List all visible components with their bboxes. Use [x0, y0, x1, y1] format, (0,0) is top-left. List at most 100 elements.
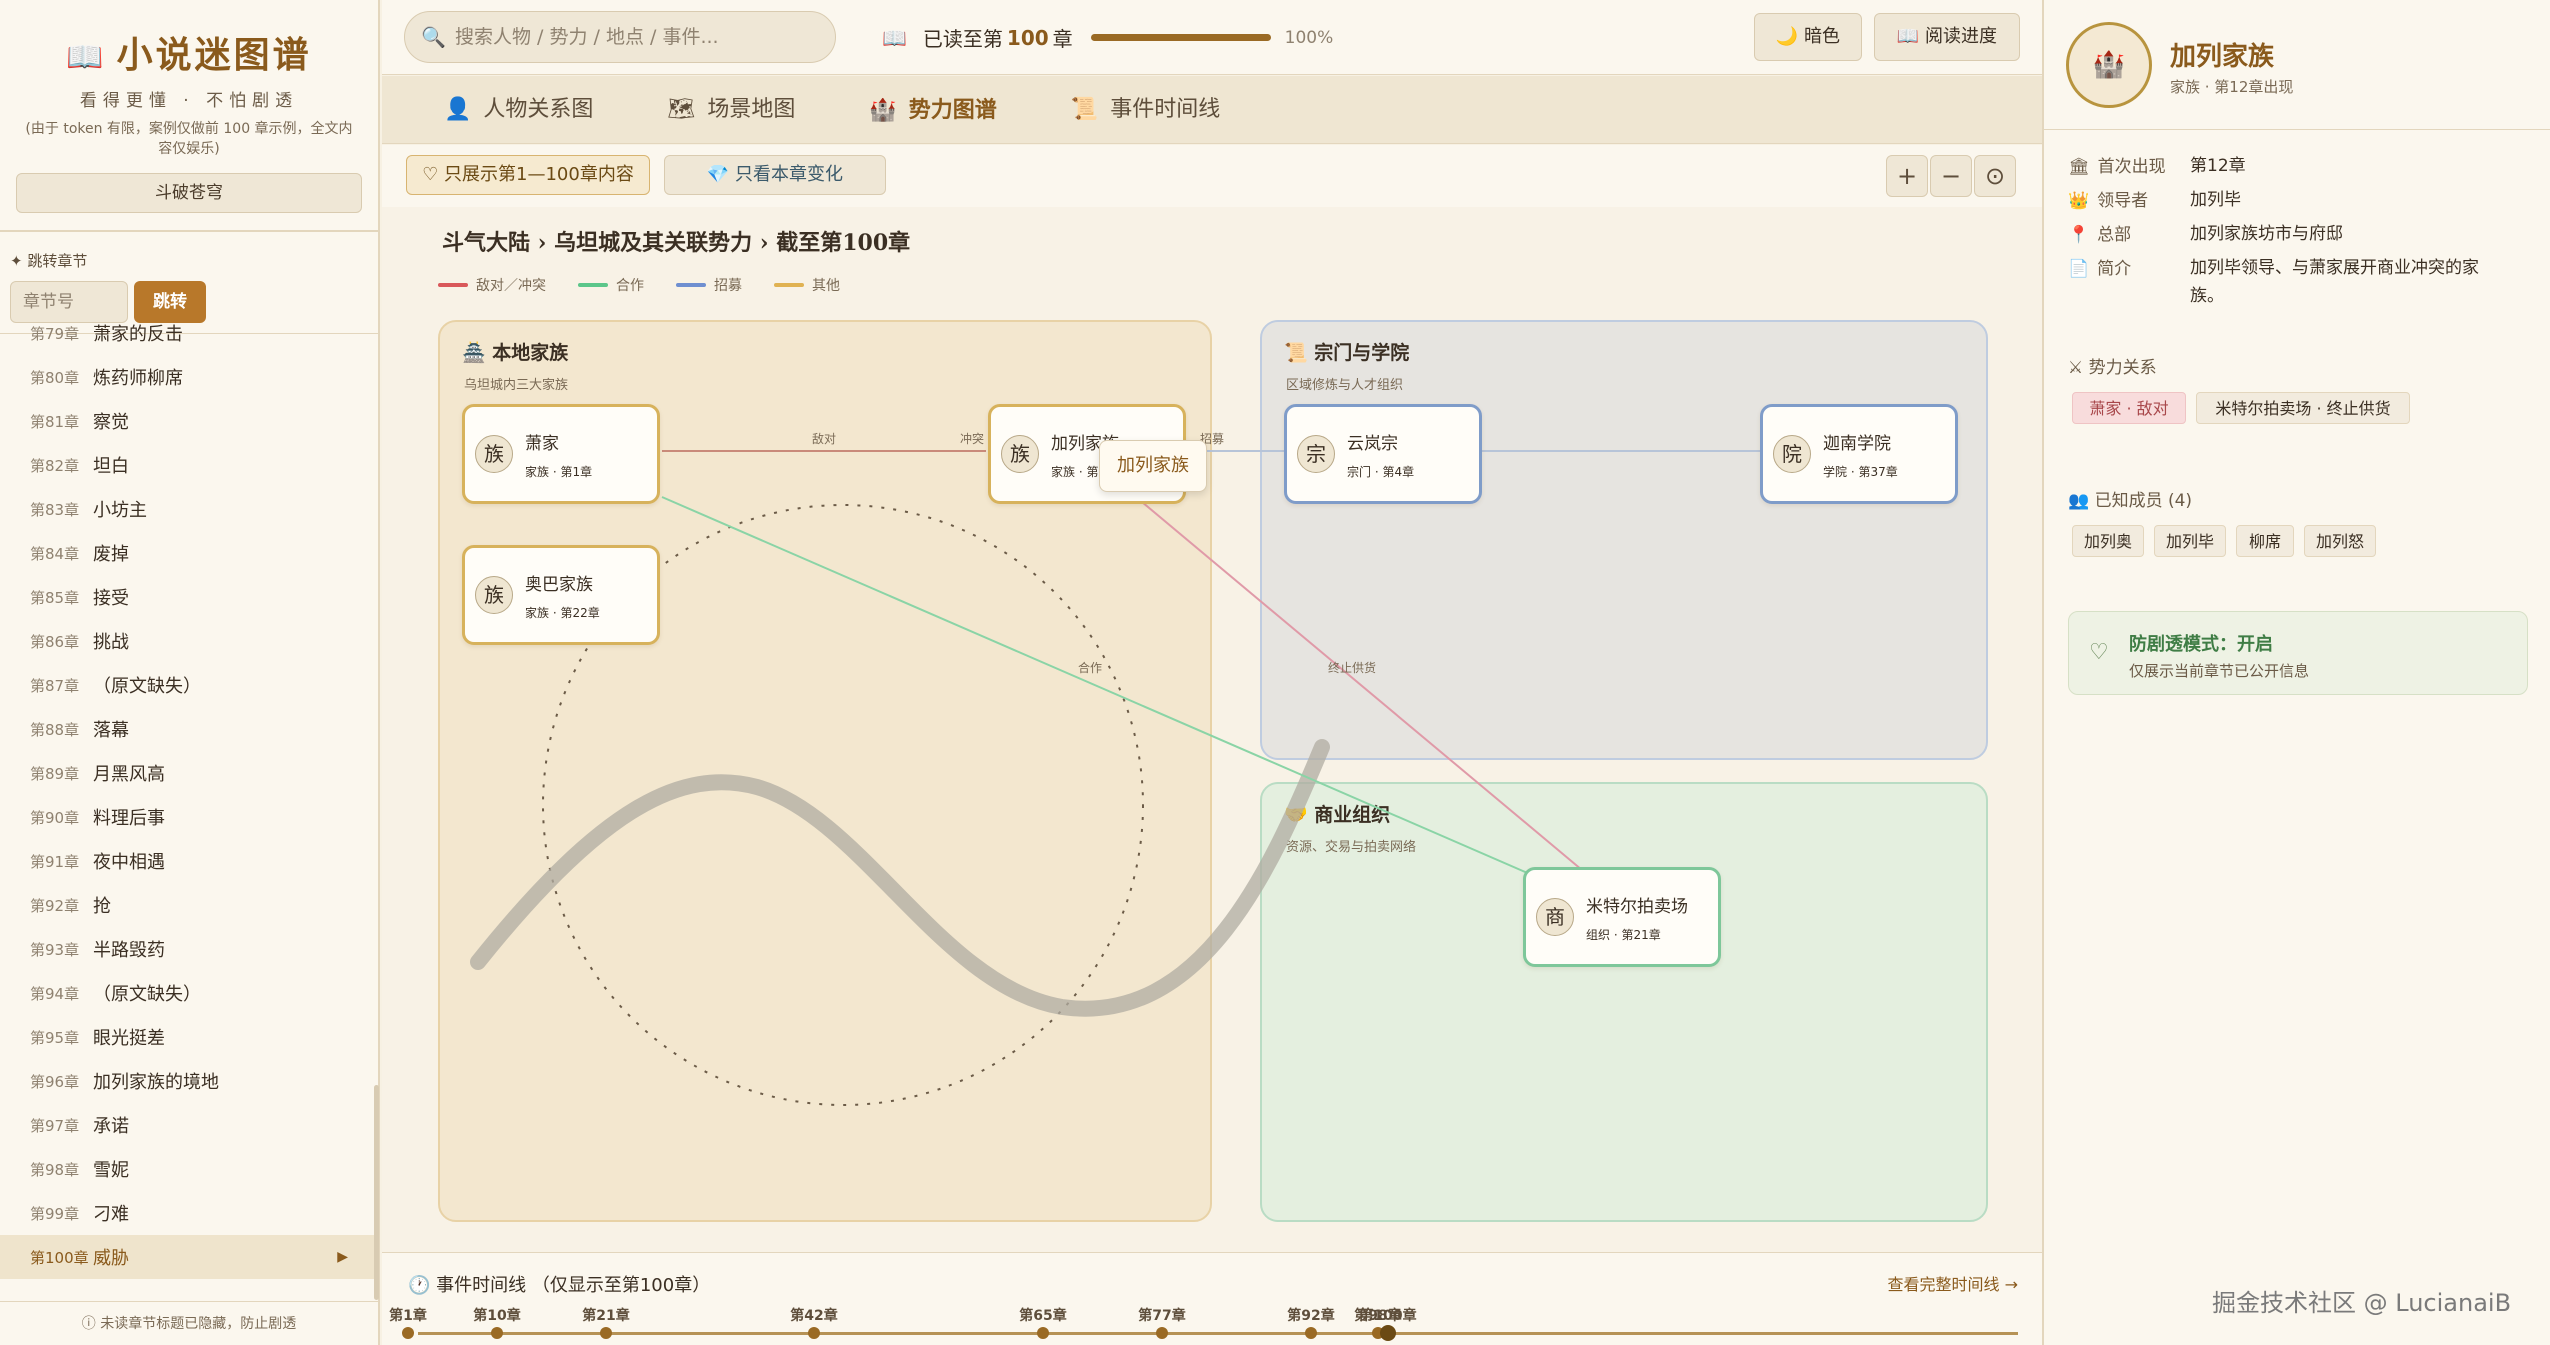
chapter-item[interactable]: 第91章 夜中相遇	[0, 839, 376, 883]
view-full-timeline-link[interactable]: 查看完整时间线 →	[1888, 1271, 2019, 1295]
timeline-title: 🕐 事件时间线 （仅显示至第100章）	[408, 1275, 711, 1296]
chapter-item[interactable]: 第84章 废掉	[0, 531, 376, 575]
node-yunlan-sect[interactable]: 宗 云岚宗 宗门 · 第4章	[1284, 404, 1482, 504]
node-meta: 家族 · 第1章	[525, 465, 593, 479]
search-input[interactable]: 🔍 搜索人物 / 势力 / 地点 / 事件...	[404, 11, 836, 63]
timeline-mark-label: 第92章	[1287, 1308, 1335, 1324]
member-chip[interactable]: 加列奥	[2072, 525, 2144, 557]
timeline-mark-label: 第65章	[1019, 1308, 1067, 1324]
edge-xiao-mitel	[661, 496, 1533, 876]
detail-key: 📍 总部	[2068, 220, 2190, 245]
chapter-range-filter-button[interactable]: ♡ 只展示第1—100章内容	[406, 155, 650, 195]
chapter-item[interactable]: 第96章 加列家族的境地	[0, 1059, 376, 1103]
timeline-event-dot[interactable]	[808, 1327, 820, 1339]
chapter-item[interactable]: 第93章 半路毁药	[0, 927, 376, 971]
chapter-title: 夜中相遇	[93, 852, 165, 873]
node-meta: 宗门 · 第4章	[1347, 465, 1415, 479]
detail-row: 📄 简介 加列毕领导、与萧家展开商业冲突的家族。	[2068, 254, 2479, 306]
book-icon: 📖	[882, 25, 907, 50]
edge-jialie-mitel	[1141, 501, 1583, 871]
node-name: 萧家	[525, 434, 559, 454]
node-aoba-family[interactable]: 族 奥巴家族 家族 · 第22章	[462, 545, 660, 645]
timeline-event-dot[interactable]	[1156, 1327, 1168, 1339]
timeline-event-dot[interactable]	[1380, 1325, 1396, 1341]
node-jianan-academy[interactable]: 院 迦南学院 学院 · 第37章	[1760, 404, 1958, 504]
chapter-number: 第83章	[30, 500, 80, 519]
chapter-item[interactable]: 第88章 落幕	[0, 707, 376, 751]
chapter-number: 第89章	[30, 764, 80, 783]
relation-chip[interactable]: 萧家 · 敌对	[2072, 392, 2186, 424]
chapter-number: 第79章	[30, 324, 80, 343]
edge-label: 敌对	[812, 431, 836, 446]
chapter-item[interactable]: 第95章 眼光挺差	[0, 1015, 376, 1059]
chapter-title: 刁难	[93, 1204, 129, 1225]
novel-select-button[interactable]: 斗破苍穹	[16, 173, 362, 213]
reading-progress-button[interactable]: 📖 阅读进度	[1874, 13, 2020, 61]
detail-value: 第12章	[2190, 156, 2246, 176]
chapter-item[interactable]: 第85章 接受	[0, 575, 376, 619]
detail-value: 加列毕领导、与萧家展开商业冲突的家族。	[2190, 258, 2479, 306]
dark-mode-button[interactable]: 🌙 暗色	[1754, 13, 1862, 61]
chapter-item[interactable]: 第87章 （原文缺失）	[0, 663, 376, 707]
node-avatar: 族	[1001, 435, 1039, 473]
timeline-event-dot[interactable]	[1037, 1327, 1049, 1339]
node-mitel-auction[interactable]: 商 米特尔拍卖场 组织 · 第21章	[1523, 867, 1721, 967]
view-tabs: 👤 人物关系图 🗺 场景地图 🏰 势力图谱 📜 事件时间线	[382, 76, 2042, 144]
member-chip[interactable]: 加列怒	[2304, 525, 2376, 557]
chapter-title: （原文缺失）	[93, 984, 201, 1005]
chapter-item[interactable]: 第97章 承诺	[0, 1103, 376, 1147]
detail-row-icon: 👑	[2068, 191, 2090, 211]
member-chip[interactable]: 柳席	[2236, 525, 2294, 557]
chapter-title: 小坊主	[93, 500, 147, 521]
tab-3[interactable]: 📜 事件时间线	[1071, 76, 1220, 144]
faction-meta: 家族 · 第12章出现	[2170, 78, 2294, 96]
relation-chip[interactable]: 米特尔拍卖场 · 终止供货	[2196, 392, 2410, 424]
tab-2[interactable]: 🏰 势力图谱	[869, 76, 996, 144]
node-xiao-family[interactable]: 族 萧家 家族 · 第1章	[462, 404, 660, 504]
detail-row: 📍 总部 加列家族坊市与府邸	[2068, 220, 2343, 245]
timeline-event-dot[interactable]	[491, 1327, 503, 1339]
chapter-item[interactable]: 第89章 月黑风高	[0, 751, 376, 795]
event-timeline: 🕐 事件时间线 （仅显示至第100章） 查看完整时间线 → 第1章 第10章 第21…	[382, 1252, 2042, 1345]
zoom-reset-button[interactable]: ⊙	[1974, 155, 2016, 197]
tab-1[interactable]: 🗺 场景地图	[667, 76, 795, 144]
chapter-item[interactable]: 第80章 炼药师柳席	[0, 355, 376, 399]
chapter-item[interactable]: 第86章 挑战	[0, 619, 376, 663]
chapter-title: 雪妮	[93, 1160, 129, 1181]
member-chip[interactable]: 加列毕	[2154, 525, 2226, 557]
chapter-title: 威胁	[93, 1248, 129, 1269]
zoom-in-button[interactable]: +	[1886, 155, 1928, 197]
timeline-event-dot[interactable]	[1305, 1327, 1317, 1339]
detail-row: 👑 领导者 加列毕	[2068, 186, 2241, 211]
node-avatar: 族	[475, 435, 513, 473]
chapter-number: 第90章	[30, 808, 80, 827]
chapter-item[interactable]: 第94章 （原文缺失）	[0, 971, 376, 1015]
timeline-event-dot[interactable]	[600, 1327, 612, 1339]
chapter-item[interactable]: 第81章 察觉	[0, 399, 376, 443]
filter-bar: ♡ 只展示第1—100章内容 💎 只看本章变化 + − ⊙	[382, 145, 2042, 207]
zoom-out-button[interactable]: −	[1930, 155, 1972, 197]
detail-panel: 🏰 加列家族 家族 · 第12章出现 🏛 首次出现 第12章 👑 领导者 加列毕 📍 总部 加列…	[2042, 0, 2550, 1345]
faction-graph-canvas[interactable]: 斗气大陆 › 乌坦城及其关联势力 › 截至第100章 敌对／冲突 合作 招募 其他 🏯…	[382, 207, 2042, 1252]
timeline-mark-label: 第21章	[582, 1308, 630, 1324]
chapter-item[interactable]: 第100章 威胁 ▶	[0, 1235, 376, 1279]
chapter-title: 料理后事	[93, 808, 165, 829]
chapter-title: （原文缺失）	[93, 676, 201, 697]
chapter-item[interactable]: 第82章 坦白	[0, 443, 376, 487]
chapter-item[interactable]: 第79章 萧家的反击	[0, 311, 376, 355]
chapter-number: 第86章	[30, 632, 80, 651]
chapter-list-scrollbar[interactable]	[374, 1085, 379, 1300]
watermark: 掘金技术社区 @ LucianaiB	[2212, 1289, 2512, 1317]
chapter-item[interactable]: 第98章 雪妮	[0, 1147, 376, 1191]
chapter-item[interactable]: 第92章抢	[0, 883, 376, 927]
tab-0[interactable]: 👤 人物关系图	[444, 76, 593, 144]
chapter-item[interactable]: 第99章 刁难	[0, 1191, 376, 1235]
detail-value: 加列毕	[2190, 190, 2241, 210]
tab-icon: 📜	[1070, 97, 1099, 122]
chapter-number: 第100章	[30, 1248, 89, 1267]
chapter-item[interactable]: 第83章 小坊主	[0, 487, 376, 531]
chapter-item[interactable]: 第90章 料理后事	[0, 795, 376, 839]
chapter-changes-filter-button[interactable]: 💎 只看本章变化	[664, 155, 886, 195]
timeline-event-dot[interactable]	[402, 1327, 414, 1339]
node-meta: 家族 · 第22章	[525, 606, 600, 620]
